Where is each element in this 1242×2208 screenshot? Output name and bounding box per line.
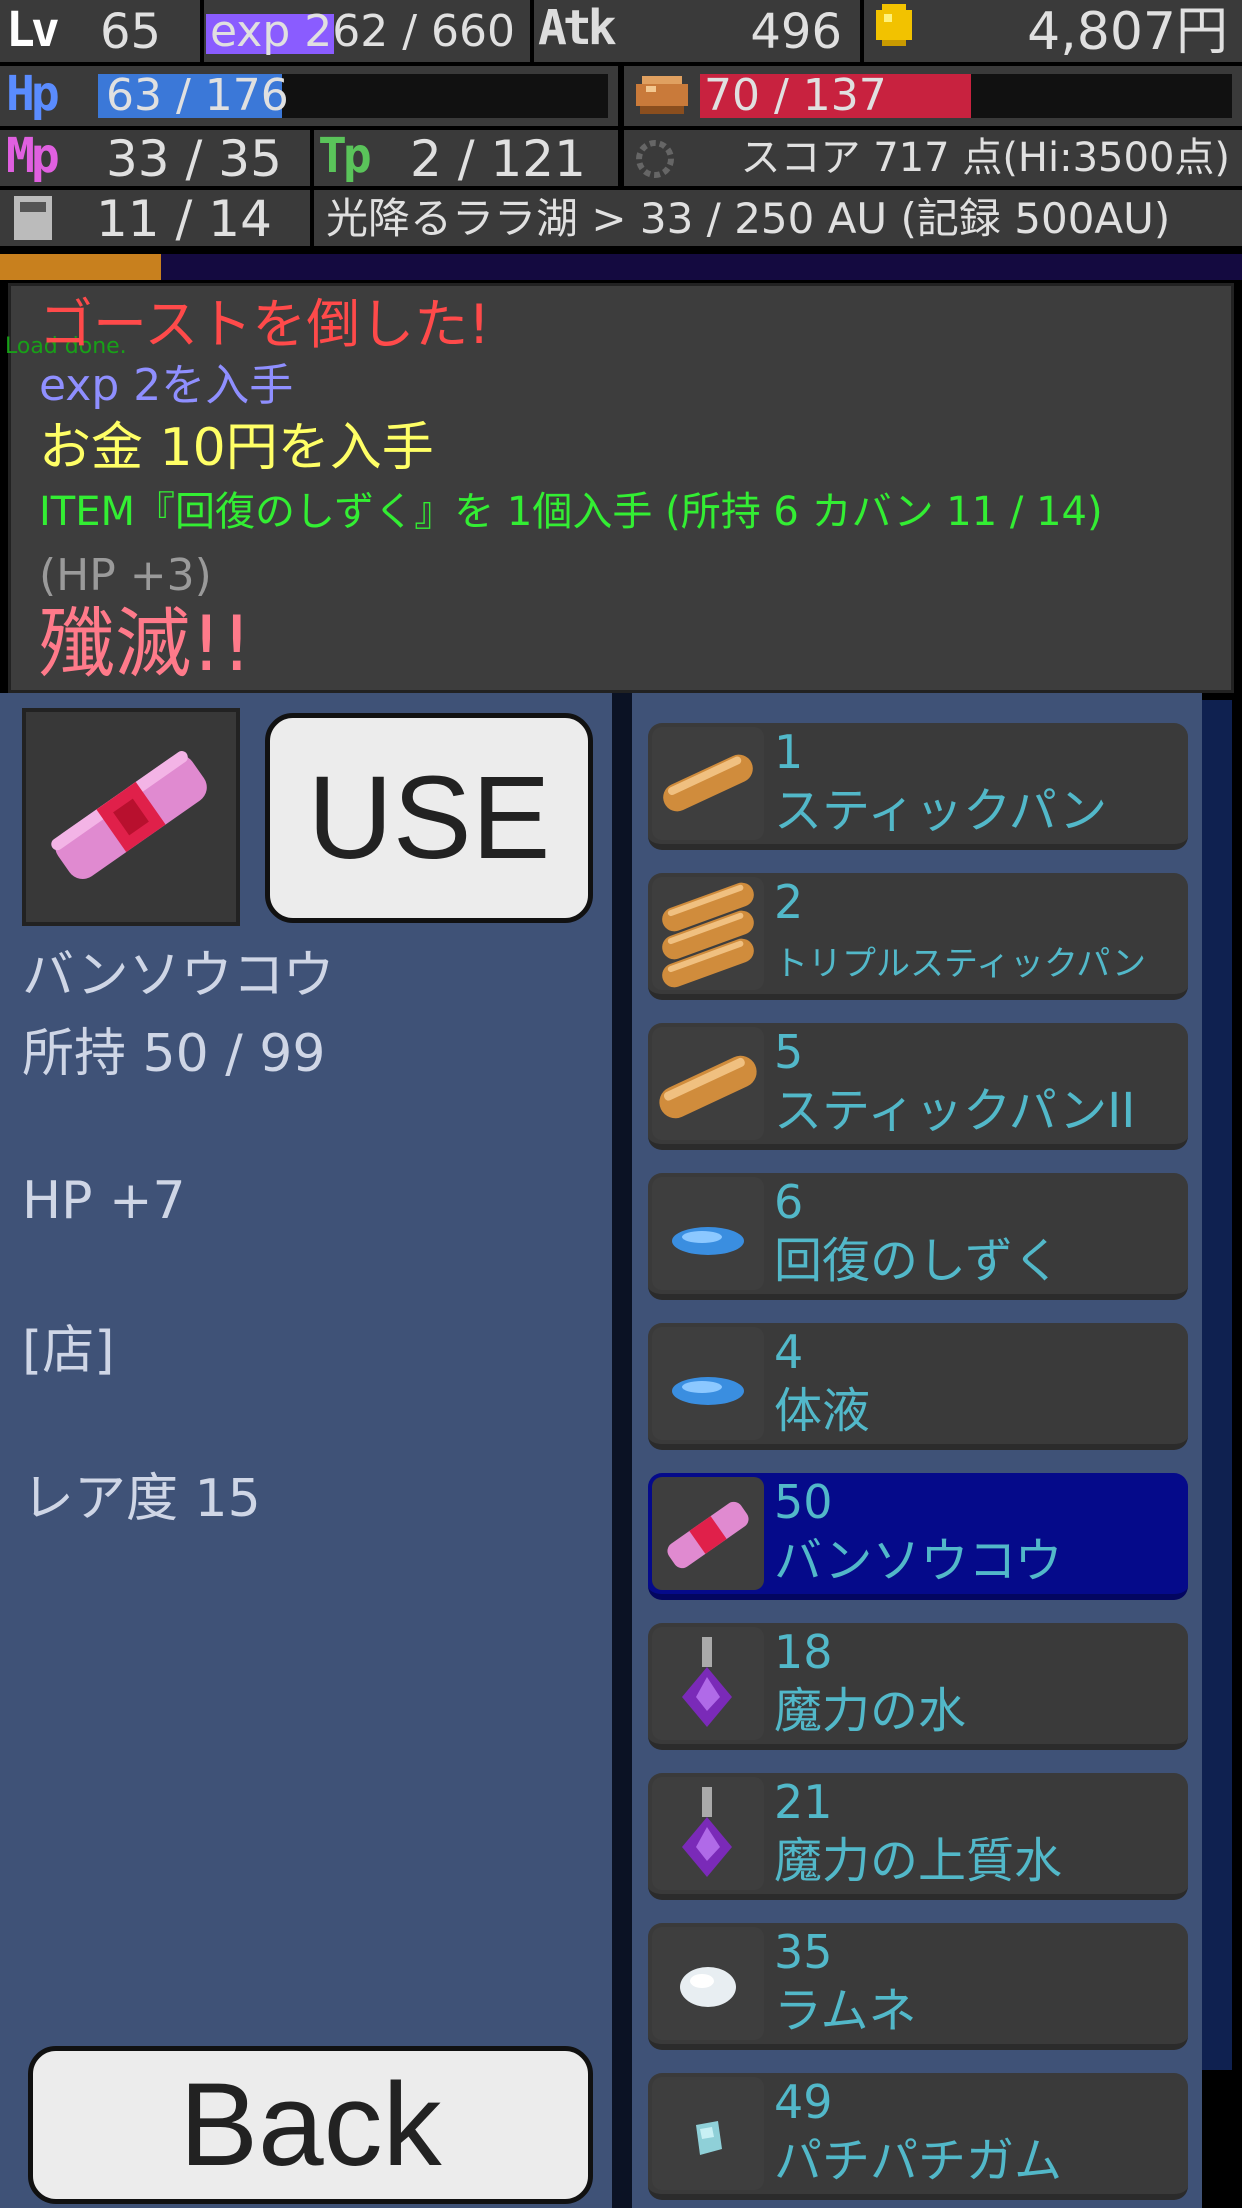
item-quantity: 4 <box>774 1325 804 1379</box>
use-button[interactable]: USE <box>265 713 593 923</box>
blue-drop-icon <box>652 1177 764 1290</box>
item-name: 回復のしずく <box>774 1233 1062 1289</box>
level-cell: Lv 65 <box>0 0 200 62</box>
attack-label: Atk <box>538 0 617 56</box>
bag-icon <box>14 196 52 240</box>
item-quantity: 18 <box>774 1625 833 1679</box>
bandage-icon <box>51 751 207 880</box>
item-name: スティックパン <box>774 783 1108 839</box>
selected-item-source: [店] <box>22 1321 115 1381</box>
scrollbar-thumb[interactable] <box>1202 700 1232 2070</box>
bag-cell: 11 / 14 <box>0 190 310 246</box>
hp-label: Hp <box>6 66 60 122</box>
triple-bread-icon <box>652 877 764 990</box>
hp-cell: Hp 63 / 176 <box>0 66 618 126</box>
item-name: スティックパンII <box>774 1083 1136 1139</box>
gum-icon <box>652 2077 764 2190</box>
location-cell: 光降るララ湖 > 33 / 250 AU (記録 500AU) <box>314 190 1242 246</box>
item-quantity: 6 <box>774 1175 804 1229</box>
tp-text: 2 / 121 <box>410 130 586 188</box>
item-quantity: 5 <box>774 1025 804 1079</box>
item-quantity: 1 <box>774 725 804 779</box>
item-quantity: 35 <box>774 1925 833 1979</box>
item-name: ラムネ <box>774 1983 917 2039</box>
item-name: トリプルスティックパン <box>774 944 1146 984</box>
item-row-popping-gum[interactable]: 49 パチパチガム <box>648 2073 1188 2200</box>
money-value: 4,807円 <box>1027 2 1228 62</box>
bag-text: 11 / 14 <box>96 190 272 248</box>
log-line: (HP +3) <box>39 550 212 601</box>
item-name: 魔力の水 <box>774 1683 967 1739</box>
score-text: スコア 717 点(Hi:3500点) <box>740 135 1230 181</box>
bandage-icon <box>652 1477 764 1590</box>
back-button[interactable]: Back <box>28 2046 593 2204</box>
item-row-ramune[interactable]: 35 ラムネ <box>648 1923 1188 2050</box>
tp-cell: Tp 2 / 121 <box>314 130 618 186</box>
item-name: 魔力の上質水 <box>774 1833 1063 1889</box>
item-quantity: 49 <box>774 2075 833 2129</box>
item-row-magic-water[interactable]: 18 魔力の水 <box>648 1623 1188 1750</box>
progress-strip-fill <box>0 254 162 280</box>
score-cell: スコア 717 点(Hi:3500点) <box>624 130 1242 186</box>
white-candy-icon <box>652 1927 764 2040</box>
item-row-triple-stick-bread[interactable]: 2 トリプルスティックパン <box>648 873 1188 1000</box>
log-line: exp 2を入手 <box>39 360 294 411</box>
selected-item-icon-box <box>22 708 240 926</box>
food-cell: 70 / 137 <box>624 66 1242 126</box>
item-name: バンソウコウ <box>774 1533 1063 1589</box>
mp-text: 33 / 35 <box>106 130 282 188</box>
attack-cell: Atk 496 <box>534 0 860 62</box>
mp-cell: Mp 33 / 35 <box>0 130 310 186</box>
item-row-stick-bread-2[interactable]: 5 スティックパンII <box>648 1023 1188 1150</box>
item-quantity: 2 <box>774 875 804 929</box>
item-name: パチパチガム <box>774 2133 1063 2189</box>
item-name: 体液 <box>774 1383 871 1439</box>
log-line: ITEM『回復のしずく』を 1個入手 (所持 6 カバン 11 / 14) <box>39 489 1103 535</box>
level-label: Lv <box>6 2 60 58</box>
item-quantity: 50 <box>774 1475 833 1529</box>
food-text: 70 / 137 <box>704 70 887 121</box>
item-row-body-fluid[interactable]: 4 体液 <box>648 1323 1188 1450</box>
hp-text: 63 / 176 <box>106 70 289 121</box>
bread-stick-icon <box>652 727 764 840</box>
selected-item-rarity: レア度 15 <box>22 1469 261 1529</box>
money-cell: 4,807円 <box>864 0 1242 62</box>
blue-drop-icon <box>652 1327 764 1440</box>
location-text: 光降るララ湖 > 33 / 250 AU (記録 500AU) <box>326 194 1171 243</box>
mp-label: Mp <box>6 128 60 184</box>
exp-text: exp 262 / 660 <box>210 6 516 57</box>
attack-value: 496 <box>750 4 842 60</box>
level-value: 65 <box>100 4 162 60</box>
item-row-stick-bread[interactable]: 1 スティックパン <box>648 723 1188 850</box>
item-row-recovery-drop[interactable]: 6 回復のしずく <box>648 1173 1188 1300</box>
selected-item-owned: 所持 50 / 99 <box>22 1024 326 1084</box>
bread-icon <box>636 76 688 114</box>
item-quantity: 21 <box>774 1775 833 1829</box>
target-icon <box>636 140 674 178</box>
log-line: ゴーストを倒した! <box>39 293 490 356</box>
selected-item-effect: HP +7 <box>22 1171 186 1231</box>
item-row-bandage[interactable]: 50 バンソウコウ <box>648 1473 1188 1600</box>
log-line: お金 10円を入手 <box>39 418 434 478</box>
tp-label: Tp <box>318 128 372 184</box>
message-log: Load done. ゴーストを倒した! exp 2を入手 お金 10円を入手 … <box>5 283 1234 693</box>
potion-icon <box>652 1777 764 1890</box>
exp-cell: exp 262 / 660 <box>204 0 530 62</box>
bread-stick-icon <box>652 1027 764 1140</box>
progress-strip <box>0 254 1242 280</box>
coin-icon <box>876 4 912 46</box>
selected-item-name: バンソウコウ <box>22 946 335 1006</box>
potion-icon <box>652 1627 764 1740</box>
item-row-fine-magic-water[interactable]: 21 魔力の上質水 <box>648 1773 1188 1900</box>
log-line: 殲滅!! <box>39 599 252 688</box>
